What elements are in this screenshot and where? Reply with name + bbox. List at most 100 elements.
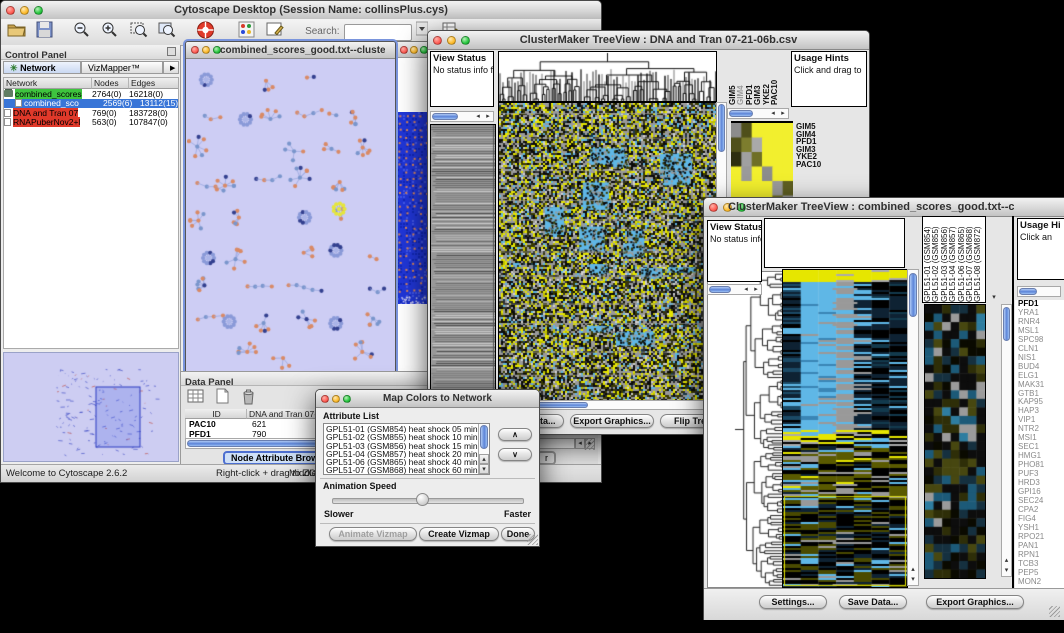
- attribute-item[interactable]: GPL51-04 (GSM857) heat shock 20 min: [324, 450, 489, 458]
- gene-hscrollbar[interactable]: [1017, 286, 1061, 297]
- export-graphics-button[interactable]: Export Graphics...: [570, 414, 654, 428]
- zoom-in-icon[interactable]: [101, 21, 119, 43]
- gene-label[interactable]: NIS1: [1018, 354, 1064, 363]
- dialog-button[interactable]: Create Vizmap: [419, 527, 499, 541]
- network-list-row[interactable]: combined_sco 2569(6) 13112(15): [4, 99, 178, 109]
- close-icon[interactable]: [321, 395, 329, 403]
- network-overview-thumbnail[interactable]: [3, 352, 179, 462]
- minimize-icon[interactable]: [447, 36, 456, 45]
- network-list-row[interactable]: combined_scores 2764(0) 16218(0): [4, 89, 178, 99]
- status-hscrollbar[interactable]: ◂ ▸: [430, 111, 494, 122]
- attribute-item[interactable]: GPL51-01 (GSM854) heat shock 05 min: [324, 425, 489, 433]
- export-graphics-button[interactable]: Export Graphics...: [926, 595, 1024, 609]
- gene-label[interactable]: ELG1: [1018, 372, 1064, 381]
- save-icon[interactable]: [36, 21, 53, 43]
- heatmap-vscrollbar[interactable]: ▴ ▾: [907, 269, 919, 586]
- gene-label[interactable]: CLN1: [1018, 345, 1064, 354]
- close-icon[interactable]: [433, 36, 442, 45]
- matrix-hscrollbar[interactable]: ◂ ▸: [727, 108, 789, 119]
- gene-label[interactable]: SEC24: [1018, 497, 1064, 506]
- search-input[interactable]: [344, 24, 412, 41]
- close-icon[interactable]: [709, 203, 718, 212]
- open-file-icon[interactable]: [7, 21, 26, 43]
- network-canvas[interactable]: [187, 59, 394, 371]
- attribute-item[interactable]: GPL51-02 (GSM855) heat shock 10 min: [324, 433, 489, 441]
- gene-label[interactable]: SPC98: [1018, 336, 1064, 345]
- gene-label[interactable]: MSL1: [1018, 327, 1064, 336]
- col-nodes[interactable]: Nodes: [92, 78, 129, 89]
- scroll-down-icon[interactable]: ▾: [989, 293, 999, 303]
- gene-label[interactable]: MSI1: [1018, 434, 1064, 443]
- zoom-selected-icon[interactable]: [130, 21, 148, 43]
- close-icon[interactable]: [400, 46, 408, 54]
- col-network[interactable]: Network: [4, 78, 92, 89]
- float-panel-icon[interactable]: [167, 47, 176, 56]
- scroll-left-icon[interactable]: ◂: [741, 285, 751, 294]
- attribute-select-icon[interactable]: [187, 388, 205, 409]
- gene-tree-dendrogram[interactable]: [707, 271, 784, 588]
- tab-network[interactable]: ✳ Network: [3, 61, 81, 74]
- gene-label[interactable]: RPN1: [1018, 551, 1064, 560]
- gene-label[interactable]: FIG4: [1018, 515, 1064, 524]
- network-list-row[interactable]: RNAPuberNov2+l 563(0) 107847(0): [4, 118, 178, 128]
- scroll-down-icon[interactable]: ▾: [479, 464, 489, 474]
- gene-label[interactable]: TCB3: [1018, 560, 1064, 569]
- dialog-button[interactable]: Animate Vizmap: [329, 527, 417, 541]
- zoom-vscrollbar[interactable]: ▴ ▾: [1001, 304, 1012, 577]
- scroll-right-icon[interactable]: ▸: [778, 109, 788, 118]
- gene-label[interactable]: HRD3: [1018, 479, 1064, 488]
- scroll-down-icon[interactable]: ▾: [1002, 566, 1011, 576]
- move-up-button[interactable]: ∧: [498, 428, 532, 441]
- treeview1-titlebar[interactable]: ClusterMaker TreeView : DNA and Tran 07-…: [428, 31, 869, 50]
- resize-grip[interactable]: [527, 534, 538, 545]
- tab-vizmapper[interactable]: VizMapper™: [81, 61, 163, 74]
- annotation-icon[interactable]: [266, 21, 284, 43]
- array-tree-dendrogram[interactable]: [498, 51, 717, 102]
- zoom-out-icon[interactable]: [73, 21, 91, 43]
- dialog-titlebar[interactable]: Map Colors to Network: [316, 390, 539, 408]
- attribute-item[interactable]: GPL51-07 (GSM868) heat shock 60 min: [324, 466, 489, 474]
- status-hscrollbar[interactable]: ◂ ▸: [707, 284, 762, 295]
- delete-attribute-icon[interactable]: [241, 388, 256, 410]
- scroll-left-icon[interactable]: ◂: [768, 109, 778, 118]
- scroll-down-icon[interactable]: ▾: [908, 575, 918, 585]
- global-heatmap[interactable]: [498, 102, 717, 401]
- save-data-button[interactable]: Save Data...: [839, 595, 907, 609]
- scroll-left-icon[interactable]: ◂: [473, 112, 483, 121]
- gene-label[interactable]: PEP5: [1018, 569, 1064, 578]
- scroll-right-icon[interactable]: ▸: [483, 112, 493, 121]
- move-down-button[interactable]: ∨: [498, 448, 532, 461]
- gene-label[interactable]: PUF3: [1018, 470, 1064, 479]
- tabs-overflow-icon[interactable]: ▶: [163, 61, 179, 74]
- gene-tree-dendrogram[interactable]: [430, 124, 496, 401]
- gene-label[interactable]: VIP1: [1018, 416, 1064, 425]
- gene-label[interactable]: NTR2: [1018, 425, 1064, 434]
- zoom-fit-icon[interactable]: [158, 21, 176, 43]
- gene-label[interactable]: RPO21: [1018, 533, 1064, 542]
- gene-label[interactable]: PHO81: [1018, 461, 1064, 470]
- vizmap-icon[interactable]: [238, 21, 255, 43]
- slider-thumb[interactable]: [416, 493, 429, 506]
- scroll-up-icon[interactable]: ▴: [479, 454, 489, 464]
- settings-button[interactable]: Settings...: [759, 595, 827, 609]
- scroll-up-icon[interactable]: ▴: [908, 565, 918, 575]
- resize-grip[interactable]: [584, 439, 595, 450]
- gene-label[interactable]: HAP3: [1018, 407, 1064, 416]
- col-edges[interactable]: Edges: [129, 78, 178, 89]
- minimize-icon[interactable]: [410, 46, 418, 54]
- minimize-icon[interactable]: [332, 395, 340, 403]
- attribute-item[interactable]: GPL51-03 (GSM856) heat shock 15 min: [324, 442, 489, 450]
- main-titlebar[interactable]: Cytoscape Desktop (Session Name: collins…: [1, 1, 601, 20]
- gene-label[interactable]: RNR4: [1018, 318, 1064, 327]
- gene-label[interactable]: SEC1: [1018, 443, 1064, 452]
- minimize-icon[interactable]: [202, 46, 210, 54]
- attribute-list-vscrollbar[interactable]: ▴ ▾: [478, 424, 489, 474]
- treeview2-titlebar[interactable]: ClusterMaker TreeView : combined_scores_…: [704, 198, 1064, 217]
- gene-label[interactable]: PAN1: [1018, 542, 1064, 551]
- resize-grip[interactable]: [1049, 606, 1060, 617]
- gene-label[interactable]: HMG1: [1018, 452, 1064, 461]
- gene-label[interactable]: MAK31: [1018, 381, 1064, 390]
- gene-label[interactable]: KAP95: [1018, 398, 1064, 407]
- attribute-item[interactable]: GPL51-06 (GSM865) heat shock 40 min: [324, 458, 489, 466]
- minimize-icon[interactable]: [20, 6, 29, 15]
